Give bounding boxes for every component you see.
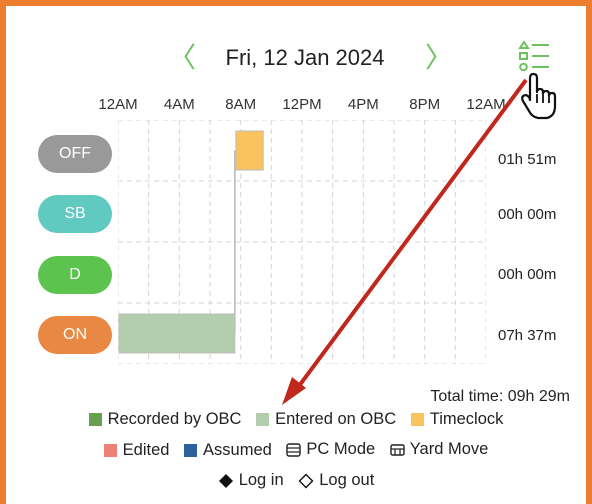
timeline-segment-off — [235, 130, 264, 171]
legend-entered-on-obc: Entered on OBC — [256, 410, 396, 429]
legend-label: Timeclock — [429, 410, 504, 428]
yard-move-icon — [390, 443, 405, 456]
duration-off: 01h 51m — [498, 151, 557, 168]
total-time-label: Total time: — [430, 388, 504, 405]
assumed-swatch — [184, 443, 198, 457]
legend-row-2: Edited Assumed PC Mode Yard Move — [0, 440, 592, 462]
status-pill-d: D — [38, 256, 112, 294]
chevron-left-icon[interactable]: 〈 — [168, 38, 196, 78]
legend-label: Yard Move — [409, 440, 489, 458]
x-tick-label: 8PM — [409, 96, 441, 113]
x-tick-label: 12AM — [466, 96, 506, 113]
duration-d: 00h 00m — [498, 266, 557, 283]
total-time-value: 09h 29m — [507, 388, 570, 405]
legend-label: Recorded by OBC — [107, 410, 242, 428]
date-header: 〈 Fri, 12 Jan 2024 〉 — [0, 38, 592, 78]
hand-pointer-icon — [521, 72, 557, 120]
legend-log-in: Log in — [218, 471, 284, 490]
edited-swatch — [103, 443, 117, 457]
x-tick-label: 4PM — [347, 96, 379, 113]
legend-label: Log out — [319, 471, 375, 489]
legend-label: PC Mode — [306, 440, 376, 458]
x-tick-label: 12PM — [282, 96, 322, 113]
x-tick-label: 4AM — [163, 96, 195, 113]
status-pill-on: ON — [38, 316, 112, 354]
timeline-segment-on — [118, 313, 236, 354]
x-tick-label: 8AM — [225, 96, 257, 113]
outline-diamond-icon — [298, 473, 314, 488]
duration-on: 07h 37m — [498, 327, 557, 344]
status-pill-off: OFF — [38, 135, 112, 173]
duration-sb: 00h 00m — [498, 206, 557, 223]
filter-list-icon[interactable] — [516, 40, 552, 74]
legend-label: Log in — [238, 471, 284, 489]
timeclock-swatch — [410, 413, 424, 426]
legend-log-out: Log out — [298, 471, 374, 490]
legend-label: Assumed — [203, 440, 272, 459]
legend-yard-move: Yard Move — [390, 440, 489, 459]
legend-row-3: Log in Log out — [0, 471, 592, 494]
entered-on-obc-swatch — [256, 413, 270, 426]
timeline-grid — [118, 120, 486, 364]
recorded-by-obc-swatch — [88, 413, 102, 426]
legend-recorded-by-obc: Recorded by OBC — [88, 410, 242, 429]
legend-edited: Edited — [103, 440, 170, 460]
legend-row-1: Recorded by OBC Entered on OBC Timeclock — [0, 410, 592, 431]
x-tick-label: 12AM — [98, 96, 138, 113]
chevron-right-icon[interactable]: 〉 — [425, 38, 453, 78]
filled-diamond-icon — [218, 473, 233, 488]
legend-timeclock: Timeclock — [410, 410, 504, 429]
total-time: Total time: 09h 29m — [430, 388, 570, 406]
legend-label: Edited — [122, 440, 170, 459]
legend-pc-mode: PC Mode — [286, 440, 375, 459]
legend-label: Entered on OBC — [275, 410, 397, 428]
pc-mode-icon — [286, 442, 302, 457]
status-pill-sb: SB — [38, 195, 112, 233]
legend-assumed: Assumed — [184, 441, 272, 460]
date-label: Fri, 12 Jan 2024 — [225, 45, 385, 70]
